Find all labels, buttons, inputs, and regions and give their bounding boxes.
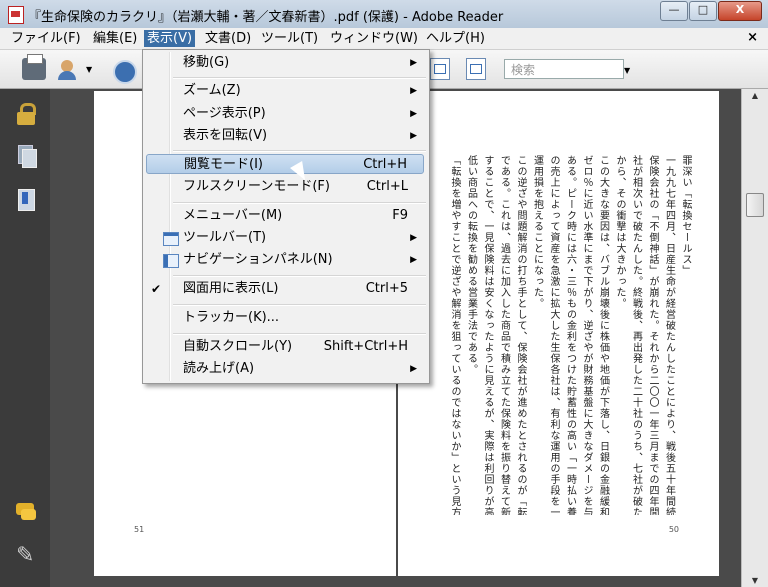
text-column: この逆ざや問題解消の打ち手として、保険会社が進めたとされるのが「転換セールス」 <box>515 155 526 515</box>
checkmark-icon: ✔ <box>151 282 162 296</box>
lock-icon[interactable] <box>16 103 36 125</box>
menu-item-tracker[interactable]: トラッカー(K)... <box>146 308 424 328</box>
text-column: の売上によって資産を急激に拡大した生保各社は、有利な運用の手段を一切失い、多額の <box>548 155 559 515</box>
close-icon: X <box>735 3 745 16</box>
menu-item-page-display[interactable]: ページ表示(P) ▶ <box>146 104 424 124</box>
text-column: 一九九七年四月、日産生命が経営破たんしたことにより、戦後五十年間続いてきた生命 <box>663 155 675 515</box>
menu-item-navigation-panels[interactable]: ナビゲーションパネル(N) ▶ <box>146 250 424 270</box>
maximize-icon: □ <box>697 3 709 16</box>
pdf-document-icon <box>8 6 24 24</box>
vertical-scrollbar[interactable]: ▲ ▼ <box>741 89 768 587</box>
menu-tools[interactable]: ツール(T) <box>258 30 321 47</box>
window-controls: — □ X <box>659 1 762 21</box>
menu-edit[interactable]: 編集(E) <box>90 30 140 47</box>
document-page-right: 罪深い「転換セールス」 一九九七年四月、日産生命が経営破たんしたことにより、戦後五… <box>398 91 719 576</box>
scrollbar-thumb[interactable] <box>746 193 764 217</box>
text-column: 罪深い「転換セールス」 <box>680 155 691 276</box>
window-title: 『生命保険のカラクリ』（岩瀬大輔・著／文春新書）.pdf (保護) - Adob… <box>28 10 504 25</box>
page-number: 50 <box>668 525 679 534</box>
search-input[interactable]: 検索 <box>504 59 624 79</box>
minimize-button[interactable]: — <box>660 1 688 21</box>
menu-item-show-for-drawing[interactable]: ✔ 図面用に表示(L) Ctrl+5 <box>146 279 424 299</box>
menu-file[interactable]: ファイル(F) <box>8 30 84 47</box>
text-column: ゼロ％に近い水準にまで下がり、逆ざやが財務基盤に大きなダメージを与えたことで <box>581 155 592 515</box>
scroll-down-icon[interactable]: ▼ <box>742 576 768 585</box>
submenu-arrow-icon: ▶ <box>410 255 417 265</box>
text-column: 運用損を抱えることになった。 <box>531 155 543 309</box>
minimize-icon: — <box>668 3 680 16</box>
submenu-arrow-icon: ▶ <box>410 131 417 141</box>
adobe-reader-window: 『生命保険のカラクリ』（岩瀬大輔・著／文春新書）.pdf (保護) - Adob… <box>0 0 768 587</box>
menu-item-toolbars[interactable]: ツールバー(T) ▶ <box>146 228 424 248</box>
text-column: この大きな要因は、バブル崩壊後に株価や地価が下落し、日銀の金融緩和政策で金利が <box>597 155 609 515</box>
bookmarks-icon[interactable] <box>16 189 36 211</box>
navigation-pane: ✎ <box>0 89 50 587</box>
maximize-button[interactable]: □ <box>689 1 717 21</box>
chevron-down-icon[interactable]: ▼ <box>86 65 92 74</box>
submenu-arrow-icon: ▶ <box>410 233 417 243</box>
page-number: 51 <box>134 525 145 534</box>
title-bar: 『生命保険のカラクリ』（岩瀬大輔・著／文春新書）.pdf (保護) - Adob… <box>0 0 768 29</box>
fit-width-icon[interactable] <box>466 58 486 80</box>
menu-bar: ファイル(F) 編集(E) 表示(V) 文書(D) ツール(T) ウィンドウ(W… <box>0 28 768 50</box>
close-button[interactable]: X <box>718 1 762 21</box>
printer-icon[interactable] <box>22 54 46 80</box>
menu-item-read-out-loud[interactable]: 読み上げ(A) ▶ <box>146 359 424 379</box>
comments-icon[interactable] <box>16 503 36 525</box>
submenu-arrow-icon: ▶ <box>410 58 417 68</box>
text-column: 保険会社の「不倒神話」が崩れた。それから二〇〇一年三月までの四年間で、中堅生保七 <box>647 155 658 515</box>
text-column: 社が相次いで破たんした。終戦後、再出発した二十社のうち、七社が破たんしたのである <box>630 155 642 515</box>
text-column: ある。ピーク時には六・三％もの金利をつけた貯蓄性の高い「一時払い養老保険商品」 <box>564 155 576 515</box>
menu-item-reading-mode[interactable]: 閲覧モード(I) Ctrl+H <box>146 154 424 174</box>
collaborate-icon[interactable] <box>58 58 82 80</box>
attachments-icon[interactable]: ✎ <box>16 545 36 567</box>
text-column: である。これは、過去に加入した商品で積み立てた保険料を振り替えて新しい保険に加入 <box>498 155 510 515</box>
chevron-down-icon[interactable]: ▼ <box>624 66 630 75</box>
view-menu-dropdown: 移動(G) ▶ ズーム(Z) ▶ ページ表示(P) ▶ 表示を回転(V) ▶ 閲… <box>142 49 430 384</box>
menu-item-menu-bar[interactable]: メニューバー(M) F9 <box>146 206 424 226</box>
menu-window[interactable]: ウィンドウ(W) <box>327 30 421 47</box>
menu-view[interactable]: 表示(V) <box>144 30 196 47</box>
menu-item-zoom[interactable]: ズーム(Z) ▶ <box>146 81 424 101</box>
pages-icon[interactable] <box>16 145 37 168</box>
text-column: 「転換を増やすことで逆ざや解消を狙っているのではないか」という見方に対して、生 <box>449 155 460 515</box>
scroll-up-icon[interactable]: ▲ <box>742 91 768 100</box>
close-document-button[interactable]: × <box>747 30 758 45</box>
toolbar-icon <box>163 232 179 246</box>
navigation-panel-icon <box>163 254 179 268</box>
tools-icon[interactable] <box>112 58 137 84</box>
text-column: することで、一見保険料は安くなったように見えるが、実際は利回りが高い商品を解約し… <box>482 155 493 515</box>
menu-item-full-screen-mode[interactable]: フルスクリーンモード(F) Ctrl+L <box>146 177 424 197</box>
submenu-arrow-icon: ▶ <box>410 86 417 96</box>
text-column: 低い商品への転換を勧める営業手法である。 <box>465 155 477 375</box>
menu-document[interactable]: 文書(D) <box>202 30 254 47</box>
menu-item-automatic-scroll[interactable]: 自動スクロール(Y) Shift+Ctrl+H <box>146 337 424 357</box>
submenu-arrow-icon: ▶ <box>410 364 417 374</box>
menu-item-go-to[interactable]: 移動(G) ▶ <box>146 53 424 73</box>
menu-help[interactable]: ヘルプ(H) <box>423 30 488 47</box>
submenu-arrow-icon: ▶ <box>410 109 417 119</box>
fit-page-icon[interactable] <box>430 58 450 80</box>
menu-item-rotate-view[interactable]: 表示を回転(V) ▶ <box>146 126 424 146</box>
text-column: から、その衝撃は大きかった。 <box>614 155 625 309</box>
